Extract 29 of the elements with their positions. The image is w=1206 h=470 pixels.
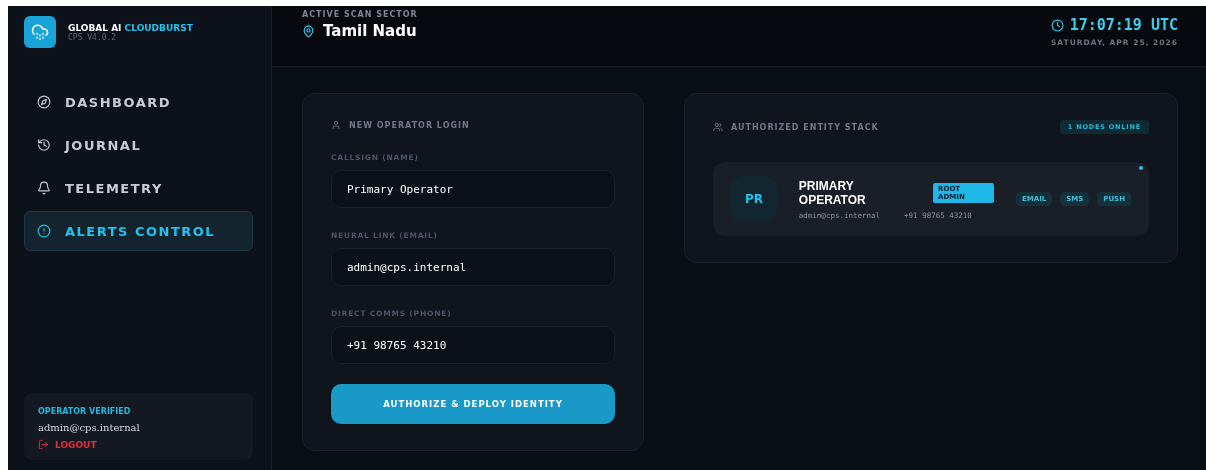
cloud-logo (24, 16, 56, 48)
card-title: AUTHORIZED ENTITY STACK (731, 122, 879, 132)
users-icon (713, 122, 723, 132)
location-pin-icon (302, 24, 315, 38)
nav-item[interactable]: DASHBOARD (24, 82, 253, 122)
operator-email: admin@cps.internal (38, 422, 141, 433)
sector-name: Tamil Nadu (323, 22, 417, 40)
input-field[interactable]: admin@cps.internal (331, 248, 615, 286)
sector-label: ACTIVE SCAN SECTOR (302, 10, 418, 19)
nav-item[interactable]: ALERTS CONTROL (24, 211, 253, 251)
bell-icon (37, 181, 51, 195)
entity-name: PRIMARY OPERATOR (798, 178, 867, 207)
compass-icon (37, 95, 51, 109)
operator-status: OPERATOR VERIFIED (38, 407, 132, 416)
logout-button[interactable]: LOGOUT (38, 439, 239, 450)
clock-time: 17:07:19 UTC (1069, 16, 1178, 34)
history-icon (37, 138, 51, 152)
logout-icon (38, 439, 49, 450)
nav-item[interactable]: TELEMETRY (24, 168, 253, 208)
input-field[interactable]: +91 98765 43210 (331, 326, 615, 364)
input-field[interactable]: Primary Operator (331, 170, 615, 208)
initials-avatar: PR (731, 176, 777, 222)
version-label: CPS V4.0.2 (68, 32, 118, 42)
card-title: NEW OPERATOR LOGIN (349, 120, 470, 130)
user-icon (331, 120, 341, 130)
clock-icon (1050, 18, 1064, 32)
brand-name: GLOBAL AI CLOUDBURST (68, 22, 193, 33)
nav-item[interactable]: JOURNAL (24, 125, 253, 165)
alert-icon (37, 224, 51, 238)
